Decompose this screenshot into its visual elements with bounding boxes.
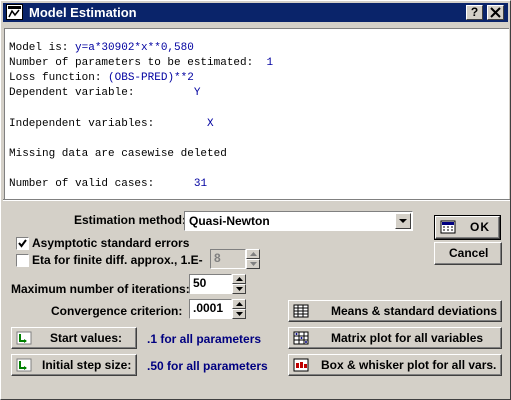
means-stddev-label: Means & standard deviations: [331, 304, 498, 318]
convergence-label: Convergence criterion:: [51, 304, 183, 318]
independent-variables-line: Independent variables: X: [9, 118, 214, 130]
means-stddev-button[interactable]: Means & standard deviations: [288, 300, 502, 322]
ok-button[interactable]: OK: [435, 216, 500, 239]
estimation-method-select[interactable]: Quasi-Newton: [184, 211, 413, 231]
eta-input[interactable]: 8: [210, 249, 246, 269]
start-values-label: Start values:: [50, 331, 123, 345]
max-iterations-spinner[interactable]: [232, 274, 246, 294]
asymptotic-checkbox[interactable]: [16, 237, 29, 250]
calculator-icon: [440, 220, 456, 234]
loss-function-value: (OBS-PRED)**2: [108, 72, 194, 84]
valid-cases-line: Number of valid cases: 31: [9, 178, 208, 190]
chevron-down-icon[interactable]: [395, 213, 411, 229]
matrix-plot-button[interactable]: Matrix plot for all variables: [288, 327, 502, 349]
convergence-input[interactable]: .0001: [189, 299, 232, 319]
valid-cases-value: 31: [193, 178, 208, 190]
app-icon: [6, 4, 23, 20]
close-button[interactable]: [487, 5, 504, 20]
cancel-button-label: Cancel: [449, 246, 489, 260]
eta-label: Eta for finite diff. approx., 1.E-: [32, 253, 203, 267]
box-whisker-button[interactable]: Box & whisker plot for all vars.: [288, 354, 502, 376]
model-value: y=a*30902*x**0,580: [75, 42, 194, 54]
box-whisker-label: Box & whisker plot for all vars.: [321, 358, 497, 372]
start-values-text: .1 for all parameters: [147, 332, 262, 346]
cancel-button[interactable]: Cancel: [434, 242, 502, 265]
model-estimation-dialog: Model Estimation ? Model is: y=a*30902*x…: [0, 0, 511, 400]
matrix-plot-icon: [293, 331, 309, 345]
max-iterations-label: Maximum number of iterations:: [11, 282, 190, 296]
window-title: Model Estimation: [29, 5, 137, 20]
independent-variables-value: X: [207, 118, 214, 130]
initial-step-label: Initial step size:: [42, 358, 132, 372]
estimation-method-value: Quasi-Newton: [189, 214, 270, 228]
asymptotic-label: Asymptotic standard errors: [32, 236, 190, 250]
box-plot-icon: [293, 358, 309, 372]
max-iterations-input[interactable]: 50: [189, 274, 232, 294]
estimation-method-label: Estimation method:: [74, 213, 187, 227]
arrow-hand-icon: [16, 358, 32, 372]
help-button[interactable]: ?: [466, 5, 483, 20]
table-icon: [293, 304, 309, 318]
arrow-hand-icon: [16, 331, 32, 345]
title-bar[interactable]: Model Estimation ?: [3, 3, 508, 22]
dependent-variable-line: Dependent variable: Y: [9, 87, 201, 99]
num-params-value: 1: [266, 57, 274, 69]
missing-data-line: Missing data are casewise deleted: [9, 148, 227, 160]
ok-button-label: OK: [470, 220, 490, 234]
initial-step-button[interactable]: Initial step size:: [11, 354, 137, 376]
loss-function-line: Loss function: (OBS-PRED)**2: [9, 72, 194, 84]
start-values-button[interactable]: Start values:: [11, 327, 137, 349]
convergence-spinner[interactable]: [232, 299, 246, 319]
eta-checkbox[interactable]: [16, 254, 29, 267]
separator: [3, 199, 510, 201]
eta-spinner[interactable]: [246, 249, 260, 269]
model-line: Model is: y=a*30902*x**0,580: [9, 42, 194, 54]
model-info-panel: Model is: y=a*30902*x**0,580 Number of p…: [4, 28, 509, 199]
dependent-variable-value: Y: [193, 87, 201, 99]
num-params-line: Number of parameters to be estimated: 1: [9, 57, 274, 69]
matrix-plot-label: Matrix plot for all variables: [331, 331, 484, 345]
initial-step-text: .50 for all parameters: [147, 359, 268, 373]
